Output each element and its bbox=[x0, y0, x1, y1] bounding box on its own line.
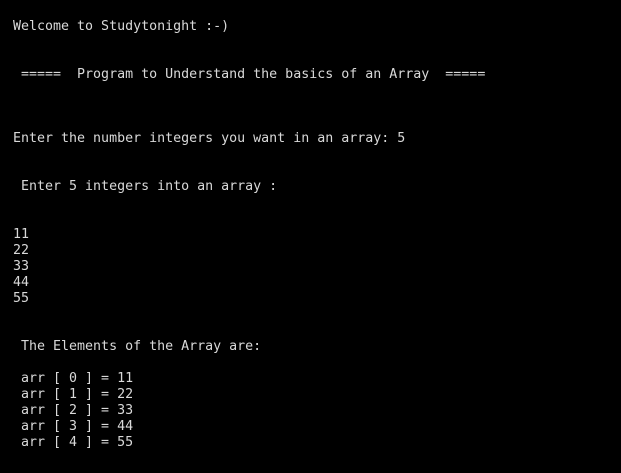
array-element-line: arr [ 4 ] = 55 bbox=[13, 435, 134, 450]
input-value: 55 bbox=[13, 291, 30, 306]
array-element-line: arr [ 1 ] = 22 bbox=[13, 387, 134, 402]
values-prompt: Enter 5 integers into an array : bbox=[13, 179, 278, 194]
elements-heading: The Elements of the Array are: bbox=[13, 339, 262, 354]
array-size-prompt: Enter the number integers you want in an… bbox=[13, 131, 406, 146]
welcome-line: Welcome to Studytonight :-) bbox=[13, 19, 230, 34]
input-value: 11 bbox=[13, 227, 30, 242]
input-value: 44 bbox=[13, 275, 30, 290]
array-element-line: arr [ 3 ] = 44 bbox=[13, 419, 134, 434]
input-value: 22 bbox=[13, 243, 30, 258]
array-element-line: arr [ 0 ] = 11 bbox=[13, 371, 134, 386]
array-element-line: arr [ 2 ] = 33 bbox=[13, 403, 134, 418]
input-value: 33 bbox=[13, 259, 30, 274]
program-banner: ===== Program to Understand the basics o… bbox=[13, 67, 486, 82]
terminal-window[interactable]: Welcome to Studytonight :-) ===== Progra… bbox=[0, 0, 621, 473]
